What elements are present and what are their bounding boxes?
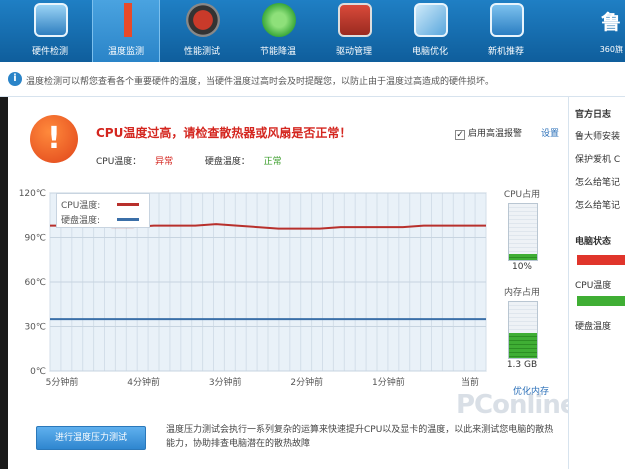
cpu-usage-title: CPU占用 (503, 190, 541, 200)
settings-link[interactable]: 设置 (541, 126, 559, 139)
brand-logo: 鲁 360旗 (585, 0, 625, 62)
legend-disk-label: 硬盘温度: (61, 216, 101, 226)
driver-icon (338, 3, 372, 37)
warning-icon: ! (30, 115, 78, 163)
tab-label: 节能降温 (259, 47, 296, 57)
tab-pc-optimize[interactable]: 电脑优化 (396, 0, 464, 62)
x-tick-label: 3分钟前 (209, 376, 242, 388)
disk-temp-status-bar (577, 296, 625, 306)
tab-energy-saving[interactable]: 节能降温 (244, 0, 312, 62)
left-edge (0, 97, 8, 469)
legend-disk-swatch (117, 218, 139, 221)
tab-performance-test[interactable]: 性能测试 (168, 0, 236, 62)
disk-temp-status: 正常 (263, 157, 282, 167)
cpu-temp-panel-label: CPU温度 (575, 281, 612, 291)
stress-test-description: 温度压力测试会执行一系列复杂的运算来快速提升CPU以及显卡的温度，以此来测试您电… (166, 425, 554, 449)
monitor-icon (34, 3, 68, 37)
x-tick-label: 1分钟前 (372, 376, 405, 388)
watermark: PConline (456, 390, 577, 420)
cpu-temp-status-bar (577, 255, 625, 265)
pc-status-title: 电脑状态 (575, 237, 612, 247)
tab-label: 性能测试 (183, 47, 220, 57)
tab-label: 新机推荐 (487, 47, 524, 57)
brand-sub-text: 360旗 (599, 45, 623, 54)
info-bar: i 温度检测可以帮您查看各个重要硬件的温度，当硬件温度过高时会及时提醒您，以防止… (0, 62, 625, 97)
cpu-usage-bar (508, 203, 538, 261)
legend-cpu-swatch (117, 203, 139, 206)
info-icon: i (8, 72, 22, 86)
memory-usage-bar (508, 301, 538, 359)
optimize-icon (414, 3, 448, 37)
y-tick-label: 90℃ (24, 234, 46, 244)
checkbox-icon[interactable]: ✓ (455, 130, 465, 140)
cpu-usage-meter: CPU占用 10% (491, 187, 553, 279)
tab-label: 驱动管理 (335, 47, 372, 57)
warning-title: CPU温度过高，请检查散热器或风扇是否正常！ (96, 126, 352, 140)
tab-label: 温度监测 (107, 47, 144, 57)
tab-driver-management[interactable]: 驱动管理 (320, 0, 388, 62)
cpu-temp-status: 异常 (155, 157, 174, 167)
tab-temperature-monitor[interactable]: 温度监测 (92, 0, 160, 62)
x-tick-label: 5分钟前 (46, 376, 79, 388)
y-tick-label: 60℃ (24, 278, 46, 288)
disk-temp-label: 硬盘温度： (204, 157, 250, 167)
blog-item[interactable]: 鲁大师安装 (575, 129, 620, 142)
blog-item[interactable]: 怎么给笔记 (575, 198, 620, 211)
blog-item[interactable]: 怎么给笔记 (575, 175, 620, 188)
speedometer-icon (186, 3, 220, 37)
chart-legend: CPU温度: 硬盘温度: (56, 193, 150, 228)
blog-title: 官方日志 (575, 110, 612, 120)
y-tick-label: 0℃ (30, 367, 46, 377)
cpu-temp-label: CPU温度： (96, 157, 142, 167)
cpu-usage-value: 10% (511, 262, 532, 272)
new-pc-icon (490, 3, 524, 37)
legend-cpu-label: CPU温度: (61, 201, 101, 211)
tab-label: 硬件检测 (31, 47, 68, 57)
main-toolbar: 硬件检测 温度监测 性能测试 节能降温 驱动管理 电脑优化 新机推荐 鲁 360… (0, 0, 625, 62)
x-tick-label: 2分钟前 (290, 376, 323, 388)
x-tick-label: 4分钟前 (127, 376, 160, 388)
leaf-icon (262, 3, 296, 37)
temperature-panel: ! CPU温度过高，请检查散热器或风扇是否正常！ CPU温度： 异常 硬盘温度：… (8, 97, 577, 469)
info-text: 温度检测可以帮您查看各个重要硬件的温度，当硬件温度过高时会及时提醒您，以防止由于… (26, 77, 495, 87)
y-tick-label: 30℃ (24, 323, 46, 333)
memory-usage-title: 内存占用 (503, 288, 540, 298)
x-tick-label: 当前 (461, 376, 479, 388)
disk-temp-panel-label: 硬盘温度 (575, 322, 612, 332)
memory-usage-meter: 内存占用 1.3 GB (491, 285, 553, 377)
tab-new-pc-recommend[interactable]: 新机推荐 (472, 0, 540, 62)
temperature-status-line: CPU温度： 异常 硬盘温度： 正常 (96, 154, 282, 167)
memory-usage-value: 1.3 GB (506, 360, 538, 370)
brand-logo-text: 鲁 (601, 10, 621, 34)
tab-hardware-check[interactable]: 硬件检测 (16, 0, 84, 62)
cpu-usage-fill (509, 254, 537, 260)
blog-item[interactable]: 保护爱机 C (575, 152, 620, 165)
right-panel: 官方日志 鲁大师安装 保护爱机 C 怎么给笔记 怎么给笔记 电脑状态 CPU温度… (568, 97, 625, 469)
alarm-label: 启用高温报警 (468, 129, 523, 139)
stress-test-button[interactable]: 进行温度压力测试 (36, 426, 146, 450)
memory-usage-fill (509, 332, 537, 358)
high-temp-alarm-toggle[interactable]: ✓ 启用高温报警 (455, 126, 522, 140)
y-tick-label: 120℃ (19, 189, 46, 199)
tab-label: 电脑优化 (411, 47, 448, 57)
thermometer-icon (111, 3, 145, 37)
